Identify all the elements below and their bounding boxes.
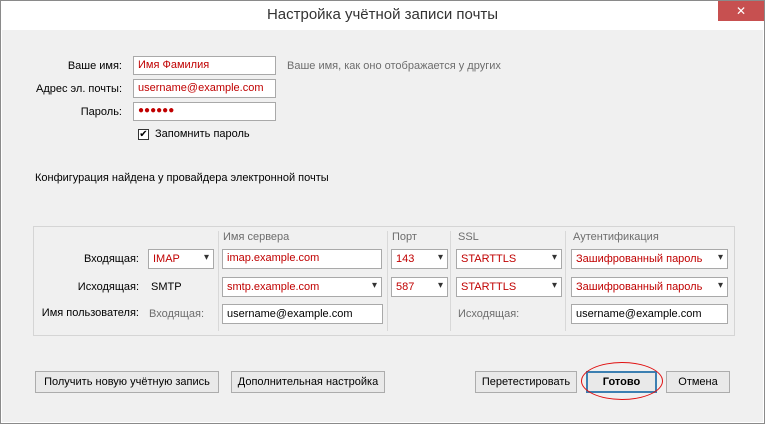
incoming-server-input[interactable]: imap.example.com <box>222 249 382 269</box>
chevron-down-icon: ▾ <box>437 280 443 291</box>
incoming-protocol-select[interactable]: IMAP ▾ <box>148 249 214 269</box>
account-setup-window: Настройка учётной записи почты ✕ Ваше им… <box>0 0 765 424</box>
incoming-port-select[interactable]: 143 ▾ <box>391 249 448 269</box>
config-status-text: Конфигурация найдена у провайдера электр… <box>35 172 329 184</box>
password-label: Пароль: <box>80 106 122 118</box>
remember-password-label: Запомнить пароль <box>155 128 250 140</box>
header-auth: Аутентификация <box>573 231 659 243</box>
header-ssl: SSL <box>458 231 479 243</box>
outgoing-protocol: SMTP <box>151 281 182 293</box>
outgoing-server-select[interactable]: smtp.example.com ▾ <box>222 277 382 297</box>
chevron-down-icon: ▾ <box>437 252 443 263</box>
retest-button[interactable]: Перетестировать <box>475 371 577 393</box>
chevron-down-icon: ▾ <box>717 252 723 263</box>
header-server: Имя сервера <box>223 231 290 243</box>
column-divider <box>450 231 451 331</box>
email-label: Адрес эл. почты: <box>35 83 122 95</box>
name-hint: Ваше имя, как оно отображается у других <box>287 60 501 72</box>
username-incoming-label: Входящая: <box>149 308 205 320</box>
column-divider <box>565 231 566 331</box>
outgoing-ssl-select[interactable]: STARTTLS ▾ <box>456 277 562 297</box>
incoming-auth-value: Зашифрованный пароль <box>576 253 703 265</box>
incoming-auth-select[interactable]: Зашифрованный пароль ▾ <box>571 249 728 269</box>
chevron-down-icon: ▾ <box>203 252 209 263</box>
advanced-config-button[interactable]: Дополнительная настройка <box>231 371 385 393</box>
cancel-button[interactable]: Отмена <box>666 371 730 393</box>
username-incoming-input[interactable]: username@example.com <box>222 304 383 324</box>
chevron-down-icon: ▾ <box>717 280 723 291</box>
get-new-account-button[interactable]: Получить новую учётную запись <box>35 371 219 393</box>
chevron-down-icon: ▾ <box>551 280 557 291</box>
checkmark-icon: ✔ <box>139 129 148 140</box>
incoming-port-value: 143 <box>396 253 415 265</box>
username-outgoing-input[interactable]: username@example.com <box>571 304 728 324</box>
email-input[interactable]: username@example.com <box>133 79 276 98</box>
outgoing-auth-value: Зашифрованный пароль <box>576 281 703 293</box>
outgoing-ssl-value: STARTTLS <box>461 281 517 293</box>
outgoing-port-value: 587 <box>396 281 415 293</box>
name-label: Ваше имя: <box>67 60 122 72</box>
outgoing-auth-select[interactable]: Зашифрованный пароль ▾ <box>571 277 728 297</box>
outgoing-server-value: smtp.example.com <box>227 281 320 293</box>
close-icon: ✕ <box>735 4 747 18</box>
name-input[interactable]: Имя Фамилия <box>133 56 276 75</box>
incoming-label: Входящая: <box>83 253 139 265</box>
dialog-content: Ваше имя: Имя Фамилия Ваше имя, как оно … <box>2 30 763 422</box>
username-outgoing-label: Исходящая: <box>458 308 520 320</box>
chevron-down-icon: ▾ <box>551 252 557 263</box>
remember-password-checkbox[interactable]: ✔ <box>138 129 149 140</box>
username-label: Имя пользователя: <box>41 307 139 319</box>
column-divider <box>387 231 388 331</box>
title-bar: Настройка учётной записи почты ✕ <box>1 1 764 30</box>
close-button[interactable]: ✕ <box>718 1 764 21</box>
outgoing-port-select[interactable]: 587 ▾ <box>391 277 448 297</box>
incoming-protocol-value: IMAP <box>153 253 180 265</box>
server-settings-panel: Имя сервера Порт SSL Аутентификация Вход… <box>33 226 735 336</box>
incoming-ssl-value: STARTTLS <box>461 253 517 265</box>
header-port: Порт <box>392 231 417 243</box>
window-title: Настройка учётной записи почты <box>266 6 499 23</box>
incoming-ssl-select[interactable]: STARTTLS ▾ <box>456 249 562 269</box>
chevron-down-icon: ▾ <box>371 280 377 291</box>
outgoing-label: Исходящая: <box>77 281 139 293</box>
done-button[interactable]: Готово <box>586 371 657 393</box>
password-input[interactable]: ●●●●●● <box>133 102 276 121</box>
column-divider <box>218 231 219 331</box>
